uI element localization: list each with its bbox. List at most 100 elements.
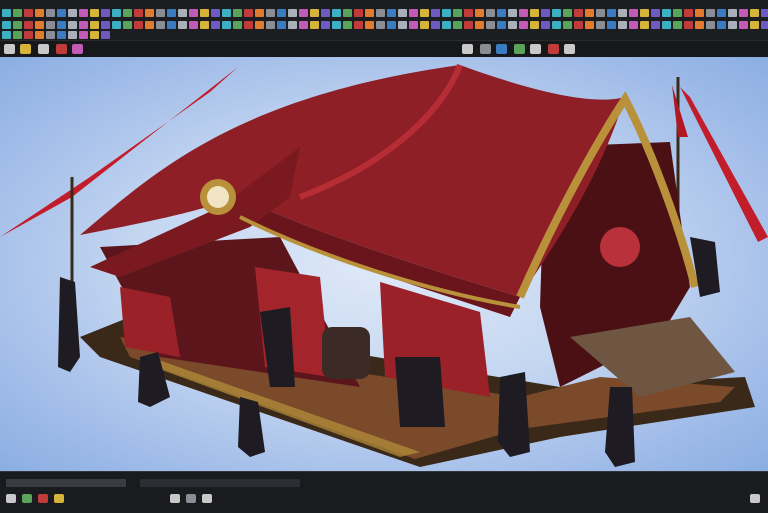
3d-viewport[interactable] <box>0 57 768 471</box>
toolbar-tool-icon[interactable] <box>354 21 363 29</box>
loop-icon[interactable] <box>170 494 180 503</box>
toolbar-tool-icon[interactable] <box>145 9 154 17</box>
toolbar-icon-row-3[interactable] <box>0 30 120 40</box>
toolbar-tool-icon[interactable] <box>508 21 517 29</box>
toolbar-tool-icon[interactable] <box>123 9 132 17</box>
toolbar-tool-icon[interactable] <box>90 31 99 39</box>
home-icon[interactable] <box>548 44 559 54</box>
toolbar-tool-icon[interactable] <box>365 21 374 29</box>
toolbar-tool-icon[interactable] <box>332 9 341 17</box>
toolbar-tool-icon[interactable] <box>706 9 715 17</box>
toolbar-tool-icon[interactable] <box>354 9 363 17</box>
toolbar-tool-icon[interactable] <box>486 9 495 17</box>
toolbar-tool-icon[interactable] <box>585 9 594 17</box>
toolbar-tool-icon[interactable] <box>552 21 561 29</box>
toolbar-tool-icon[interactable] <box>530 21 539 29</box>
select-icon[interactable] <box>4 44 15 54</box>
toolbar-tool-icon[interactable] <box>585 21 594 29</box>
toolbar-tool-icon[interactable] <box>640 9 649 17</box>
toolbar-tool-icon[interactable] <box>376 21 385 29</box>
key-icon[interactable] <box>54 494 64 503</box>
toolbar-tool-icon[interactable] <box>596 21 605 29</box>
view-icon[interactable] <box>564 44 575 54</box>
record-icon[interactable] <box>38 494 48 503</box>
toolbar-tool-icon[interactable] <box>288 21 297 29</box>
toolbar-tool-icon[interactable] <box>145 21 154 29</box>
toolbar-tool-icon[interactable] <box>112 9 121 17</box>
toolbar-icon-row-1[interactable] <box>0 8 768 18</box>
toolbar-tool-icon[interactable] <box>464 21 473 29</box>
toolbar-tool-icon[interactable] <box>244 21 253 29</box>
toolbar-tool-icon[interactable] <box>574 9 583 17</box>
toolbar-tool-icon[interactable] <box>211 21 220 29</box>
toolbar-tool-icon[interactable] <box>651 9 660 17</box>
toolbar-tool-icon[interactable] <box>398 21 407 29</box>
toolbar-tool-icon[interactable] <box>101 21 110 29</box>
toolbar-tool-icon[interactable] <box>640 21 649 29</box>
rotate-icon[interactable] <box>38 44 49 54</box>
toolbar-tool-icon[interactable] <box>695 9 704 17</box>
toolbar-tool-icon[interactable] <box>442 21 451 29</box>
toolbar-tool-icon[interactable] <box>2 21 11 29</box>
toolbar-tool-icon[interactable] <box>607 21 616 29</box>
toolbar-tool-icon[interactable] <box>277 21 286 29</box>
toolbar-tool-icon[interactable] <box>68 21 77 29</box>
toolbar-tool-icon[interactable] <box>332 21 341 29</box>
toolbar-tool-icon[interactable] <box>431 21 440 29</box>
toolbar-tool-icon[interactable] <box>695 21 704 29</box>
toolbar-tool-icon[interactable] <box>541 21 550 29</box>
toolbar-tool-icon[interactable] <box>717 21 726 29</box>
toolbar-tool-icon[interactable] <box>453 21 462 29</box>
toolbar-tool-icon[interactable] <box>552 9 561 17</box>
toolbar-tool-icon[interactable] <box>365 9 374 17</box>
toolbar-tool-icon[interactable] <box>673 21 682 29</box>
toolbar-tool-icon[interactable] <box>13 31 22 39</box>
toolbar-tool-icon[interactable] <box>387 9 396 17</box>
toolbar-tool-icon[interactable] <box>662 9 671 17</box>
toolbar-tool-icon[interactable] <box>310 9 319 17</box>
toolbar-tool-icon[interactable] <box>519 9 528 17</box>
toolbar-tool-icon[interactable] <box>24 31 33 39</box>
toolbar-tool-icon[interactable] <box>79 9 88 17</box>
toolbar-tool-icon[interactable] <box>255 9 264 17</box>
toolbar-tool-icon[interactable] <box>420 21 429 29</box>
toolbar-tool-icon[interactable] <box>761 21 768 29</box>
toolbar-tool-icon[interactable] <box>2 9 11 17</box>
toolbar-tool-icon[interactable] <box>596 9 605 17</box>
grid-icon[interactable] <box>186 494 196 503</box>
toolbar-tool-icon[interactable] <box>255 21 264 29</box>
toolbar-tool-icon[interactable] <box>134 21 143 29</box>
timeline-track-secondary[interactable] <box>140 479 300 487</box>
toolbar-tool-icon[interactable] <box>750 21 759 29</box>
toolbar-tool-icon[interactable] <box>24 9 33 17</box>
toolbar-tool-icon[interactable] <box>178 21 187 29</box>
stop-icon[interactable] <box>22 494 32 503</box>
toolbar-tool-icon[interactable] <box>68 9 77 17</box>
toolbar-tool-icon[interactable] <box>266 21 275 29</box>
toolbar-tool-icon[interactable] <box>728 9 737 17</box>
toolbar-tool-icon[interactable] <box>211 9 220 17</box>
settings-icon[interactable] <box>750 494 760 503</box>
toolbar-tool-icon[interactable] <box>79 21 88 29</box>
toolbar-tool-icon[interactable] <box>475 9 484 17</box>
toolbar-tool-icon[interactable] <box>530 9 539 17</box>
toolbar-tool-icon[interactable] <box>563 9 572 17</box>
toolbar-tool-icon[interactable] <box>101 9 110 17</box>
toolbar-tool-icon[interactable] <box>321 21 330 29</box>
toolbar-tool-icon[interactable] <box>574 21 583 29</box>
toolbar-tool-icon[interactable] <box>409 9 418 17</box>
toolbar-tool-icon[interactable] <box>35 21 44 29</box>
toolbar-tool-icon[interactable] <box>684 9 693 17</box>
toolbar-tool-icon[interactable] <box>167 21 176 29</box>
toolbar-tool-icon[interactable] <box>13 9 22 17</box>
toolbar-tool-icon[interactable] <box>57 21 66 29</box>
snap-icon[interactable] <box>72 44 83 54</box>
toolbar-tool-icon[interactable] <box>299 9 308 17</box>
toolbar-tool-icon[interactable] <box>79 31 88 39</box>
timeline-track[interactable] <box>6 479 126 487</box>
toolbar-tool-icon[interactable] <box>68 31 77 39</box>
toolbar-tool-icon[interactable] <box>233 9 242 17</box>
toolbar-tool-icon[interactable] <box>233 21 242 29</box>
play-icon[interactable] <box>6 494 16 503</box>
toolbar-tool-icon[interactable] <box>112 21 121 29</box>
